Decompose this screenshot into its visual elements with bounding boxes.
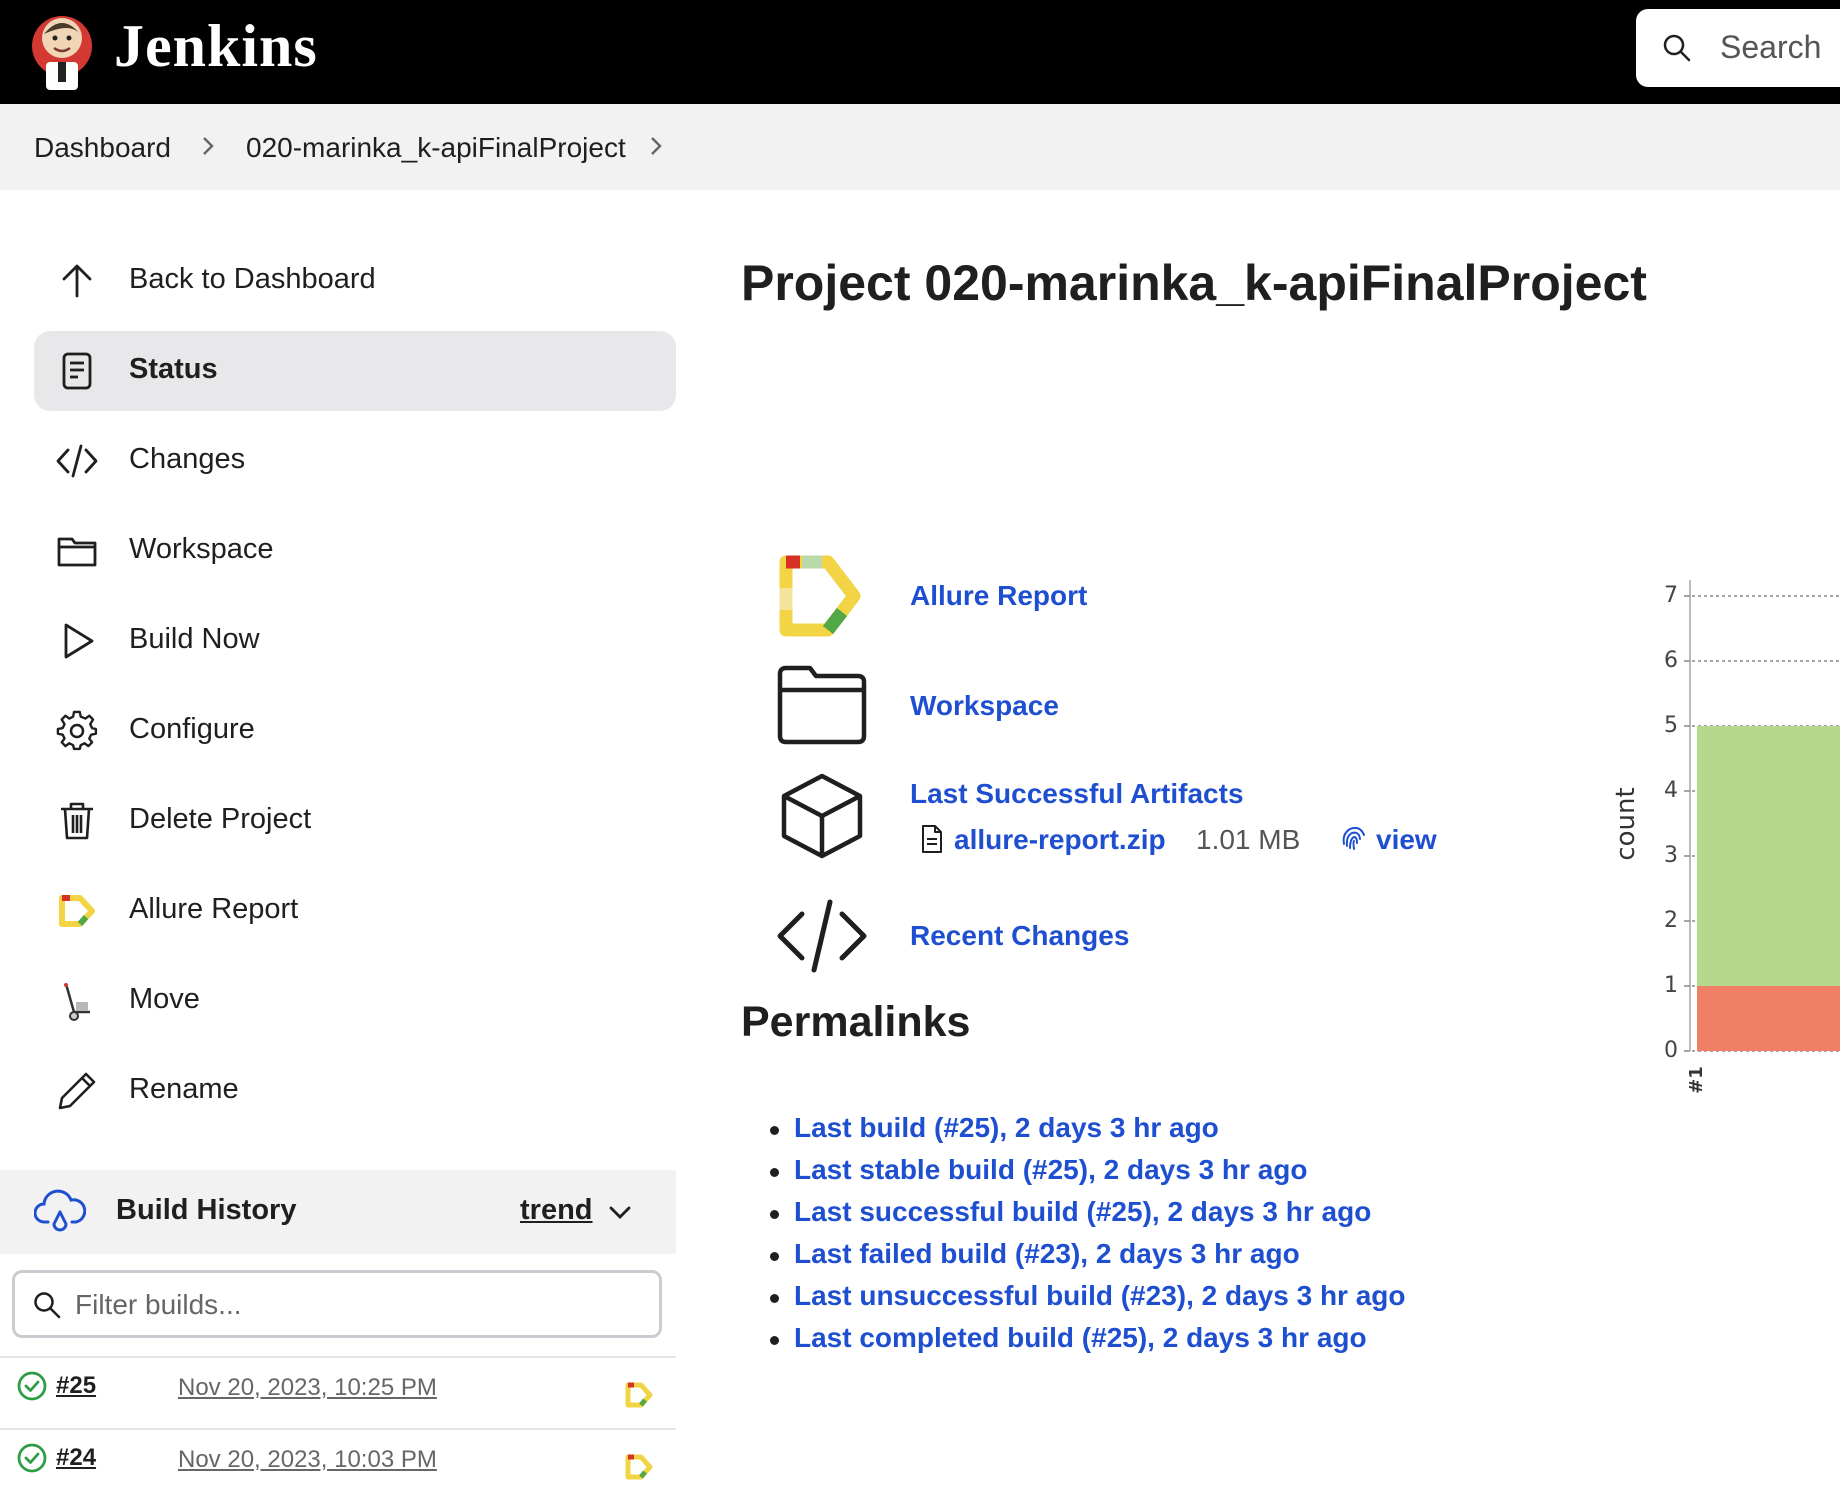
pencil-icon — [58, 1072, 96, 1110]
sidebar-item-label: Allure Report — [129, 893, 299, 925]
build-date-link[interactable]: Nov 20, 2023, 10:25 PM — [178, 1374, 437, 1402]
allure-report-link[interactable]: Allure Report — [910, 580, 1087, 612]
sidebar-item-label: Build Now — [129, 623, 260, 655]
view-fingerprint-link[interactable]: view — [1376, 824, 1437, 856]
y-tick-label: 0 — [1664, 1038, 1678, 1063]
sidebar-item-status[interactable]: Status — [34, 331, 676, 411]
failed-series-area — [1697, 986, 1840, 1051]
jenkins-logo-text[interactable]: Jenkins — [114, 12, 318, 81]
code-icon — [56, 444, 98, 478]
artifact-size: 1.01 MB — [1196, 824, 1301, 855]
sidebar-item-back-to-dashboard[interactable]: Back to Dashboard — [34, 241, 676, 321]
permalinks-heading: Permalinks — [741, 998, 971, 1046]
breadcrumb-dashboard[interactable]: Dashboard — [34, 132, 171, 164]
cloud-rain-icon — [34, 1189, 86, 1232]
allure-logo-icon[interactable] — [776, 550, 868, 642]
sidebar-item-label: Rename — [129, 1073, 239, 1105]
success-check-icon — [17, 1443, 47, 1473]
build-row: #24 Nov 20, 2023, 10:03 PM — [0, 1428, 676, 1500]
folder-icon[interactable] — [776, 660, 868, 752]
search-icon — [1663, 34, 1691, 62]
x-tick-label: #1 — [1686, 1066, 1707, 1094]
folder-icon — [57, 537, 97, 567]
workspace-link[interactable]: Workspace — [910, 690, 1059, 722]
y-tick-label: 6 — [1664, 648, 1678, 673]
page-title: Project 020-marinka_k-apiFinalProject — [741, 255, 1647, 311]
permalinks-list: Last build (#25), 2 days 3 hr ago Last s… — [770, 1112, 1406, 1364]
fingerprint-icon[interactable] — [1338, 822, 1368, 852]
allure-icon — [59, 895, 95, 927]
build-number-link[interactable]: #24 — [56, 1444, 96, 1472]
search-input[interactable]: Search — [1636, 9, 1840, 87]
sidebar-item-label: Move — [129, 983, 200, 1015]
sidebar-item-build-now[interactable]: Build Now — [34, 601, 676, 681]
permalink-last-build[interactable]: Last build (#25), 2 days 3 hr ago — [770, 1112, 1406, 1154]
y-axis-label: count — [1611, 787, 1641, 860]
trash-icon — [61, 802, 93, 840]
sidebar-item-move[interactable]: Move — [34, 961, 676, 1041]
build-row: #25 Nov 20, 2023, 10:25 PM — [0, 1356, 676, 1428]
y-tick-label: 1 — [1664, 973, 1678, 998]
arrow-up-icon — [62, 264, 92, 298]
permalink-last-stable-build[interactable]: Last stable build (#25), 2 days 3 hr ago — [770, 1154, 1406, 1196]
chevron-down-icon[interactable] — [606, 1198, 634, 1226]
filter-builds-input[interactable]: Filter builds... — [12, 1270, 662, 1338]
build-number-link[interactable]: #25 — [56, 1372, 96, 1400]
success-check-icon — [17, 1371, 47, 1401]
y-tick-label: 2 — [1664, 908, 1678, 933]
allure-trend-chart[interactable]: 01234567count#1#3 — [1600, 560, 1840, 1120]
search-icon — [34, 1292, 61, 1319]
sidebar-item-configure[interactable]: Configure — [34, 691, 676, 771]
document-icon — [62, 352, 92, 390]
recent-changes-link[interactable]: Recent Changes — [910, 920, 1129, 952]
gear-icon — [56, 710, 98, 751]
build-history-title: Build History — [116, 1194, 297, 1226]
permalink-last-failed-build[interactable]: Last failed build (#23), 2 days 3 hr ago — [770, 1238, 1406, 1280]
allure-icon[interactable] — [624, 1380, 654, 1410]
artifact-file-link[interactable]: allure-report.zip — [954, 824, 1166, 856]
chevron-right-icon — [203, 137, 214, 155]
permalink-last-unsuccessful-build[interactable]: Last unsuccessful build (#23), 2 days 3 … — [770, 1280, 1406, 1322]
sidebar-item-label: Back to Dashboard — [129, 263, 376, 295]
top-header: Jenkins Search — [0, 0, 1840, 104]
hand-truck-icon — [64, 983, 90, 1021]
chevron-right-icon[interactable] — [644, 134, 668, 158]
y-tick-label: 4 — [1664, 778, 1678, 803]
package-box-icon — [781, 773, 863, 859]
y-tick-label: 5 — [1664, 713, 1678, 738]
file-icon — [922, 825, 942, 853]
sidebar-item-label: Workspace — [129, 533, 274, 565]
last-successful-artifacts-link[interactable]: Last Successful Artifacts — [910, 778, 1244, 810]
permalink-last-successful-build[interactable]: Last successful build (#25), 2 days 3 hr… — [770, 1196, 1406, 1238]
sidebar-item-label: Status — [129, 353, 218, 385]
code-icon[interactable] — [776, 890, 868, 982]
sidebar-item-rename[interactable]: Rename — [34, 1051, 676, 1131]
sidebar-item-label: Configure — [129, 713, 255, 745]
sidebar-item-changes[interactable]: Changes — [34, 421, 676, 501]
breadcrumb-project[interactable]: 020-marinka_k-apiFinalProject — [246, 132, 626, 164]
breadcrumb: Dashboard 020-marinka_k-apiFinalProject — [0, 104, 1840, 190]
permalink-last-completed-build[interactable]: Last completed build (#25), 2 days 3 hr … — [770, 1322, 1406, 1364]
sidebar-item-label: Changes — [129, 443, 246, 475]
sidebar-item-delete-project[interactable]: Delete Project — [34, 781, 676, 861]
filter-placeholder: Filter builds... — [75, 1289, 242, 1320]
sidebar-item-allure-report[interactable]: Allure Report — [34, 871, 676, 951]
build-date-link[interactable]: Nov 20, 2023, 10:03 PM — [178, 1446, 437, 1474]
build-history-header: Build History trend — [0, 1170, 676, 1254]
jenkins-butler-logo[interactable] — [30, 8, 94, 92]
y-tick-label: 7 — [1664, 583, 1678, 608]
allure-icon[interactable] — [624, 1452, 654, 1482]
y-tick-label: 3 — [1664, 843, 1678, 868]
trend-link[interactable]: trend — [520, 1194, 593, 1227]
sidebar-item-label: Delete Project — [129, 803, 312, 835]
search-placeholder: Search — [1720, 29, 1822, 65]
play-icon — [64, 623, 94, 659]
sidebar-item-workspace[interactable]: Workspace — [34, 511, 676, 591]
